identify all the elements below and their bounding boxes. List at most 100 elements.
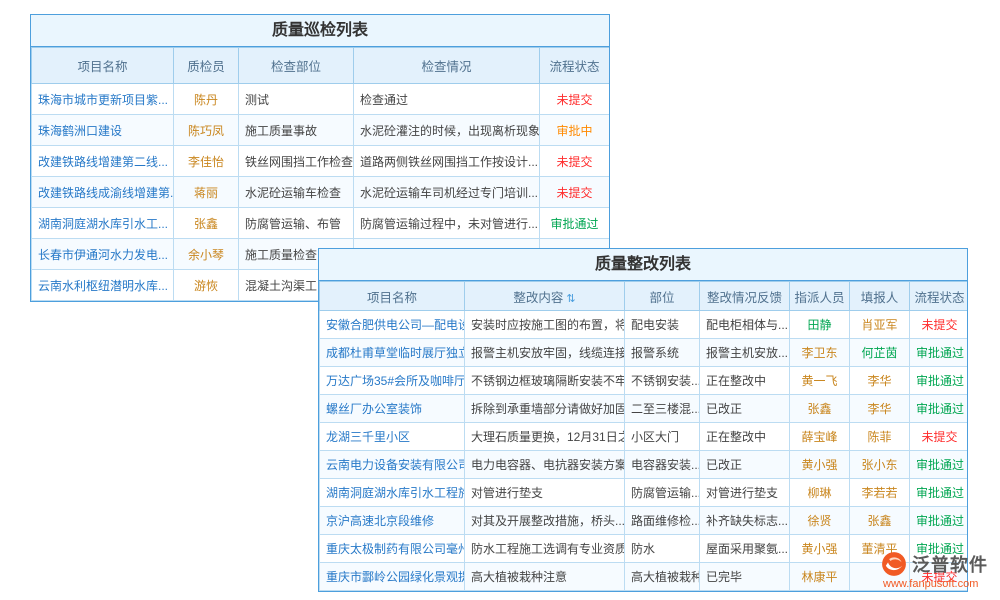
assignee-cell: 张鑫: [790, 395, 850, 423]
table-row: 安徽合肥供电公司—配电设备...安装时应按施工图的布置，将...配电安装配电柜相…: [320, 311, 969, 339]
project-cell[interactable]: 万达广场35#会所及咖啡厅空...: [320, 367, 465, 395]
content-cell: 电力电容器、电抗器安装方案...: [465, 451, 625, 479]
detail-cell: 水泥砼灌注的时候，出现离析现象: [354, 115, 540, 146]
reporter-cell: 李华: [850, 395, 910, 423]
column-header-status[interactable]: 流程状态: [910, 282, 969, 311]
table-row: 龙湖三千里小区大理石质量更换，12月31日之...小区大门正在整改中薛宝峰陈菲未…: [320, 423, 969, 451]
inspector-cell: 张鑫: [174, 208, 239, 239]
inspector-cell: 陈巧凤: [174, 115, 239, 146]
rectification-body: 安徽合肥供电公司—配电设备...安装时应按施工图的布置，将...配电安装配电柜相…: [320, 311, 969, 591]
part-cell: 铁丝网围挡工作检查: [239, 146, 354, 177]
status-cell: 审批通过: [910, 367, 969, 395]
content-cell: 报警主机安放牢固，线缆连接...: [465, 339, 625, 367]
column-header-feedback[interactable]: 整改情况反馈: [700, 282, 790, 311]
column-header-inspector[interactable]: 质检员: [174, 48, 239, 84]
table-row: 云南电力设备安装有限公司20...电力电容器、电抗器安装方案...电容器安装..…: [320, 451, 969, 479]
project-cell[interactable]: 重庆太极制药有限公司毫州中...: [320, 535, 465, 563]
column-header-content[interactable]: 整改内容⇅: [465, 282, 625, 311]
assignee-cell: 薛宝峰: [790, 423, 850, 451]
part-cell: 二至三楼混...: [625, 395, 700, 423]
header-row: 项目名称质检员检查部位检查情况流程状态: [32, 48, 610, 84]
column-header-project[interactable]: 项目名称: [320, 282, 465, 311]
fanpu-logo[interactable]: 泛普软件 www.fanpusoft.com: [881, 551, 988, 590]
project-cell[interactable]: 珠海鹤洲口建设: [32, 115, 174, 146]
column-header-part[interactable]: 部位: [625, 282, 700, 311]
project-cell[interactable]: 成都杜甫草堂临时展厅独立展...: [320, 339, 465, 367]
project-cell[interactable]: 安徽合肥供电公司—配电设备...: [320, 311, 465, 339]
table-row: 螺丝厂办公室装饰拆除到承重墙部分请做好加固...二至三楼混...已改正张鑫李华审…: [320, 395, 969, 423]
inspector-cell: 陈丹: [174, 84, 239, 115]
table-row: 重庆太极制药有限公司毫州中...防水工程施工选调有专业资质...防水屋面采用聚氨…: [320, 535, 969, 563]
inspection-header: 项目名称质检员检查部位检查情况流程状态: [32, 48, 610, 84]
column-header-project[interactable]: 项目名称: [32, 48, 174, 84]
content-cell: 大理石质量更换，12月31日之...: [465, 423, 625, 451]
status-cell: 审批通过: [910, 479, 969, 507]
project-cell[interactable]: 长春市伊通河水力发电...: [32, 239, 174, 270]
feedback-cell: 屋面采用聚氨...: [700, 535, 790, 563]
feedback-cell: 对管进行垫支: [700, 479, 790, 507]
part-cell: 配电安装: [625, 311, 700, 339]
content-cell: 对管进行垫支: [465, 479, 625, 507]
part-cell: 路面维修检...: [625, 507, 700, 535]
logo-name: 泛普软件: [912, 551, 988, 577]
project-cell[interactable]: 湖南洞庭湖水库引水工...: [32, 208, 174, 239]
column-header-status[interactable]: 流程状态: [540, 48, 610, 84]
status-cell: 未提交: [540, 177, 610, 208]
project-cell[interactable]: 云南水利枢纽潜明水库...: [32, 270, 174, 301]
part-cell: 防腐管运输...: [625, 479, 700, 507]
project-cell[interactable]: 云南电力设备安装有限公司20...: [320, 451, 465, 479]
reporter-cell: 张小东: [850, 451, 910, 479]
content-cell: 对其及开展整改措施，桥头...: [465, 507, 625, 535]
feedback-cell: 报警主机安放...: [700, 339, 790, 367]
project-cell[interactable]: 重庆市酃岭公园绿化景观提升...: [320, 563, 465, 591]
feedback-cell: 补齐缺失标志...: [700, 507, 790, 535]
table-row: 湖南洞庭湖水库引水工...张鑫防腐管运输、布管防腐管运输过程中，未对管进行...…: [32, 208, 610, 239]
table-row: 重庆市酃岭公园绿化景观提升...高大植被栽种注意高大植被栽种已完毕林康平未提交: [320, 563, 969, 591]
content-cell: 拆除到承重墙部分请做好加固...: [465, 395, 625, 423]
status-cell: 未提交: [540, 84, 610, 115]
feedback-cell: 配电柜相体与...: [700, 311, 790, 339]
assignee-cell: 林康平: [790, 563, 850, 591]
table-row: 珠海市城市更新项目紫...陈丹测试检查通过未提交: [32, 84, 610, 115]
part-cell: 防腐管运输、布管: [239, 208, 354, 239]
rectification-header: 项目名称整改内容⇅部位整改情况反馈指派人员填报人流程状态: [320, 282, 969, 311]
logo-row: 泛普软件: [881, 551, 988, 577]
table-row: 京沪高速北京段维修对其及开展整改措施，桥头...路面维修检...补齐缺失标志..…: [320, 507, 969, 535]
reporter-cell: 陈菲: [850, 423, 910, 451]
logo-url[interactable]: www.fanpusoft.com: [881, 578, 988, 590]
table-row: 成都杜甫草堂临时展厅独立展...报警主机安放牢固，线缆连接...报警系统报警主机…: [320, 339, 969, 367]
project-cell[interactable]: 螺丝厂办公室装饰: [320, 395, 465, 423]
feedback-cell: 已完毕: [700, 563, 790, 591]
assignee-cell: 黄小强: [790, 451, 850, 479]
column-header-assignee[interactable]: 指派人员: [790, 282, 850, 311]
inspector-cell: 游恢: [174, 270, 239, 301]
project-cell[interactable]: 改建铁路线成渝线增建第...: [32, 177, 174, 208]
sort-icon[interactable]: ⇅: [566, 293, 575, 305]
status-cell: 审批通过: [910, 507, 969, 535]
status-cell: 审批通过: [910, 451, 969, 479]
status-cell: 未提交: [910, 311, 969, 339]
content-cell: 安装时应按施工图的布置，将...: [465, 311, 625, 339]
inspector-cell: 李佳怡: [174, 146, 239, 177]
reporter-cell: 张鑫: [850, 507, 910, 535]
part-cell: 不锈钢安装...: [625, 367, 700, 395]
status-cell: 审批中: [540, 115, 610, 146]
project-cell[interactable]: 京沪高速北京段维修: [320, 507, 465, 535]
column-header-reporter[interactable]: 填报人: [850, 282, 910, 311]
assignee-cell: 李卫东: [790, 339, 850, 367]
rectification-table: 项目名称整改内容⇅部位整改情况反馈指派人员填报人流程状态 安徽合肥供电公司—配电…: [319, 281, 968, 591]
table-row: 改建铁路线成渝线增建第...蒋丽水泥砼运输车检查水泥砼运输车司机经过专门培训..…: [32, 177, 610, 208]
assignee-cell: 柳琳: [790, 479, 850, 507]
column-header-detail[interactable]: 检查情况: [354, 48, 540, 84]
part-cell: 水泥砼运输车检查: [239, 177, 354, 208]
feedback-cell: 正在整改中: [700, 423, 790, 451]
project-cell[interactable]: 珠海市城市更新项目紫...: [32, 84, 174, 115]
project-cell[interactable]: 龙湖三千里小区: [320, 423, 465, 451]
part-cell: 电容器安装...: [625, 451, 700, 479]
status-cell: 审批通过: [540, 208, 610, 239]
project-cell[interactable]: 改建铁路线增建第二线...: [32, 146, 174, 177]
status-cell: 审批通过: [910, 395, 969, 423]
project-cell[interactable]: 湖南洞庭湖水库引水工程施工...: [320, 479, 465, 507]
screen: 质量巡检列表 项目名称质检员检查部位检查情况流程状态 珠海市城市更新项目紫...…: [0, 0, 1000, 600]
column-header-part[interactable]: 检查部位: [239, 48, 354, 84]
